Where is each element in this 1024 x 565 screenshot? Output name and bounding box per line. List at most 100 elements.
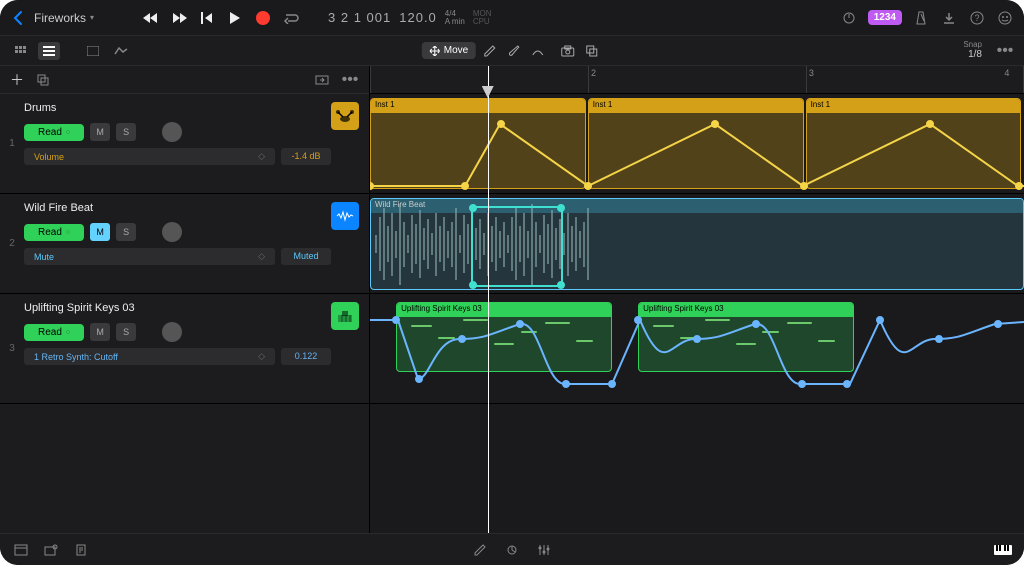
track-lane-2[interactable]: Wild Fire Beat	[370, 194, 1024, 294]
settings-icon[interactable]	[996, 9, 1014, 27]
automation-point[interactable]	[469, 204, 477, 212]
volume-knob[interactable]	[162, 222, 182, 242]
pencil-tool-icon[interactable]	[480, 41, 500, 61]
automation-view-icon[interactable]	[110, 42, 132, 60]
region-drums-3[interactable]: Inst 1	[806, 98, 1022, 189]
automation-point[interactable]	[634, 316, 642, 324]
catch-playhead-icon[interactable]	[313, 71, 331, 89]
play-button[interactable]	[226, 9, 244, 27]
automation-mode-button[interactable]: Read	[24, 124, 84, 141]
automation-param-selector[interactable]: Volume◇	[24, 148, 275, 165]
go-to-start-button[interactable]	[198, 9, 216, 27]
curve-tool-icon[interactable]	[528, 41, 548, 61]
automation-point[interactable]	[584, 182, 592, 190]
duplicate-tool-icon[interactable]	[582, 41, 602, 61]
mixer-icon[interactable]	[535, 541, 553, 559]
mute-automation-region[interactable]	[471, 206, 563, 287]
keys-instrument-icon[interactable]	[331, 302, 359, 330]
track-header-1[interactable]: 1 Drums Read M S Volume◇ -1.4 dB	[0, 94, 369, 194]
solo-button[interactable]: S	[116, 223, 136, 241]
track-header-3[interactable]: 3 Uplifting Spirit Keys 03 Read M S 1 Re…	[0, 294, 369, 404]
region-keys-2[interactable]: Uplifting Spirit Keys 03	[638, 302, 854, 372]
tuner-icon[interactable]	[840, 9, 858, 27]
volume-knob[interactable]	[162, 322, 182, 342]
volume-knob[interactable]	[162, 122, 182, 142]
track-lane-3[interactable]: Uplifting Spirit Keys 03 Uplifting Spiri…	[370, 294, 1024, 404]
automation-value[interactable]: 0.122	[281, 348, 331, 365]
edit-icon[interactable]	[471, 541, 489, 559]
mute-button[interactable]: M	[90, 123, 110, 141]
lcd-display[interactable]: 3 2 1 001 120.0 4/4 A min MON CPU	[328, 10, 491, 26]
automation-point[interactable]	[562, 380, 570, 388]
automation-point[interactable]	[461, 182, 469, 190]
automation-param-selector[interactable]: 1 Retro Synth: Cutoff◇	[24, 348, 275, 365]
loop-browser-icon[interactable]	[42, 541, 60, 559]
browser-icon[interactable]	[12, 541, 30, 559]
camera-tool-icon[interactable]	[558, 41, 578, 61]
automation-point[interactable]	[469, 281, 477, 289]
automation-param-selector[interactable]: Mute◇	[24, 248, 275, 265]
automation-point[interactable]	[798, 380, 806, 388]
more-icon[interactable]: •••	[996, 42, 1014, 60]
download-icon[interactable]	[940, 9, 958, 27]
track-lane-1[interactable]: Inst 1 Inst 1 Inst 1	[370, 94, 1024, 194]
snap-control[interactable]: Snap 1/8	[963, 40, 982, 62]
automation-value[interactable]: Muted	[281, 248, 331, 265]
track-header-2[interactable]: 2 Wild Fire Beat Read M S Mute◇ Muted	[0, 194, 369, 294]
tracks-scroll-area[interactable]: Inst 1 Inst 1 Inst 1	[370, 94, 1024, 533]
timeline-area[interactable]: 2 3 4 Inst 1 Inst 1	[370, 66, 1024, 533]
audio-instrument-icon[interactable]	[331, 202, 359, 230]
automation-point[interactable]	[557, 204, 565, 212]
ruler[interactable]: 2 3 4	[370, 66, 1024, 94]
automation-value[interactable]: -1.4 dB	[281, 148, 331, 165]
automation-point[interactable]	[926, 120, 934, 128]
back-button[interactable]	[10, 10, 26, 26]
list-view-icon[interactable]	[38, 42, 60, 60]
automation-point[interactable]	[497, 120, 505, 128]
project-title[interactable]: Fireworks ▾	[34, 11, 94, 25]
mute-button[interactable]: M	[90, 223, 110, 241]
automation-point[interactable]	[516, 320, 524, 328]
automation-point[interactable]	[843, 380, 851, 388]
mute-button[interactable]: M	[90, 323, 110, 341]
automation-point[interactable]	[994, 320, 1002, 328]
move-tool-button[interactable]: Move	[422, 42, 476, 59]
metronome-icon[interactable]	[912, 9, 930, 27]
automation-point[interactable]	[711, 120, 719, 128]
automation-point[interactable]	[752, 320, 760, 328]
help-icon[interactable]: ?	[968, 9, 986, 27]
count-in-badge[interactable]: 1234	[868, 10, 902, 25]
automation-point[interactable]	[1015, 182, 1023, 190]
region-keys-1[interactable]: Uplifting Spirit Keys 03	[396, 302, 612, 372]
automation-point[interactable]	[800, 182, 808, 190]
notes-icon[interactable]	[72, 541, 90, 559]
automation-point[interactable]	[608, 380, 616, 388]
region-drums-2[interactable]: Inst 1	[588, 98, 804, 189]
grid-view-icon[interactable]	[10, 42, 32, 60]
automation-point[interactable]	[876, 316, 884, 324]
playhead[interactable]	[488, 66, 489, 533]
header-more-icon[interactable]: •••	[341, 71, 359, 89]
automation-point[interactable]	[935, 335, 943, 343]
automation-point[interactable]	[392, 316, 400, 324]
drums-instrument-icon[interactable]	[331, 102, 359, 130]
plugin-icon[interactable]	[503, 541, 521, 559]
automation-mode-button[interactable]: Read	[24, 324, 84, 341]
region-view-icon[interactable]	[82, 42, 104, 60]
keyboard-icon[interactable]	[994, 541, 1012, 559]
duplicate-track-icon[interactable]	[34, 71, 52, 89]
automation-point[interactable]	[458, 335, 466, 343]
region-wildfire[interactable]: Wild Fire Beat	[370, 198, 1024, 290]
automation-point[interactable]	[415, 375, 423, 383]
automation-point[interactable]	[693, 335, 701, 343]
automation-point[interactable]	[557, 281, 565, 289]
solo-button[interactable]: S	[116, 123, 136, 141]
rewind-button[interactable]	[142, 9, 160, 27]
cycle-button[interactable]	[282, 9, 300, 27]
solo-button[interactable]: S	[116, 323, 136, 341]
automation-mode-button[interactable]: Read	[24, 224, 84, 241]
region-drums-1[interactable]: Inst 1	[370, 98, 586, 189]
brush-tool-icon[interactable]	[504, 41, 524, 61]
record-button[interactable]	[254, 9, 272, 27]
add-track-button[interactable]: ＋	[10, 70, 24, 90]
